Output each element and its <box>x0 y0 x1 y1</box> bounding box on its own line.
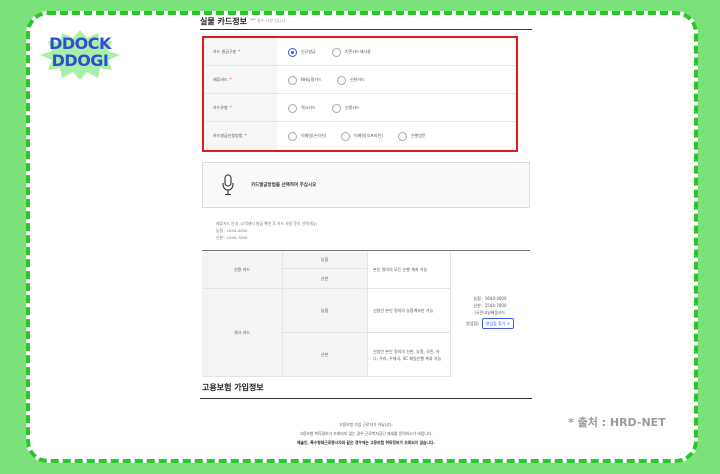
radio-option[interactable]: 기존카드재사용 <box>332 47 371 57</box>
radio-option[interactable]: 이메일(오프라인) <box>341 131 383 141</box>
logo-text-line1: DDOCK <box>49 34 111 53</box>
note-line: 신한 : 1544-7000 <box>216 235 248 240</box>
contact-prefix: 영업점) <box>466 321 479 326</box>
table-divider <box>367 251 368 377</box>
table-cell-bank: 신한 <box>282 333 367 377</box>
source-credit: * 출처 : HRD-NET <box>568 416 666 429</box>
credit-card-label: 신용 카드 <box>202 251 282 289</box>
required-note-text: 필수 사항 입니다. <box>256 18 287 23</box>
employment-insurance-title: 고용보험 가입정보 <box>202 383 264 392</box>
form-row-card-type: 카드유형 * 체크카드 신용카드 <box>204 94 516 122</box>
radio-option[interactable]: 이메일(온라인) <box>288 131 326 141</box>
find-branch-button[interactable]: 영업점 찾기 > <box>481 318 514 329</box>
card-form: 카드 발급구분 * 신규발급 기존카드재사용 제휴카드 * NH농협카드 신한카드 … <box>202 36 518 152</box>
notes: 제휴카드 안내 (고객센터 발급 확인 후 카드 사용 문의 선택가능) 농협 … <box>216 220 317 241</box>
required-note: "*" 필수 사항 입니다. <box>250 18 287 24</box>
radio-option[interactable]: 신규발급 <box>288 47 316 57</box>
radio-option[interactable]: 체크카드 <box>288 103 316 113</box>
section-divider <box>200 398 532 399</box>
row-label: 카드 발급구분 * <box>204 38 277 65</box>
radio-option[interactable]: 신한카드 <box>337 75 365 85</box>
required-note-star: "*" <box>250 18 256 23</box>
status-line: 고용보험 가입 근로자가 아닙니다. <box>339 422 393 427</box>
radio-option[interactable]: 은행방문 <box>398 131 426 141</box>
table-cell-desc: 본인 명의의 모든 은행 계좌 가능 <box>367 251 450 289</box>
table-cell-bank: 농협 <box>282 251 367 269</box>
radio-icon[interactable] <box>332 47 341 57</box>
info-box: 카드발급방법을 선택하여 주십시오 <box>202 162 530 208</box>
insurance-status: 고용보험 가입 근로자가 아닙니다. 고용보험 취득정보가 조회되지 않는 경우… <box>200 420 532 447</box>
table-divider <box>282 251 283 377</box>
radio-selected-icon[interactable] <box>288 47 297 57</box>
table-cell-bank: 농협 <box>282 289 367 333</box>
table-cell-desc: 신청인 본인 명의의 신한, 농협, 국민, 하나, 우리, 우체국, SC 제… <box>367 333 450 377</box>
note-line: 제휴카드 안내 (고객센터 발급 확인 후 카드 사용 문의 선택가능) <box>216 221 318 226</box>
form-row-issue-type: 카드 발급구분 * 신규발급 기존카드재사용 <box>204 38 516 66</box>
table-cell-bank: 신한 <box>282 269 367 289</box>
status-line: 고용보험 취득정보가 조회되지 않는 경우 근로복지공단 제세를 문의하시기 바… <box>299 431 433 436</box>
watermark-logo: DDOCK DDOGI <box>40 30 120 80</box>
note-line: 농협 : 1644-4000 <box>216 228 248 233</box>
form-row-apply-method: 카드발급신청방법 * 이메일(온라인) 이메일(오프라인) 은행방문 <box>204 122 516 150</box>
row-label: 제휴카드 * <box>204 66 277 93</box>
contact-nh: 농협 : 1644-4000 <box>473 296 507 301</box>
check-card-label: 체크 카드 <box>202 289 282 377</box>
logo-text-line2: DDOGI <box>51 51 109 70</box>
contact-sh: 신한 : 1544-7000 <box>473 303 507 308</box>
form-row-partner-card: 제휴카드 * NH농협카드 신한카드 <box>204 66 516 94</box>
row-label: 카드발급신청방법 * <box>204 122 277 150</box>
radio-icon[interactable] <box>288 75 297 85</box>
branch-row: 영업점) 영업점 찾기 > <box>450 318 530 329</box>
card-table: 신용 카드 농협 신한 본인 명의의 모든 은행 계좌 가능 체크 카드 농협 … <box>202 250 530 377</box>
radio-icon[interactable] <box>337 75 346 85</box>
radio-icon[interactable] <box>288 103 297 113</box>
row-label: 카드유형 * <box>204 94 277 121</box>
contact-note: (국민내일배움카드 <box>474 310 506 315</box>
section-divider <box>200 29 532 30</box>
radio-option[interactable]: 신용카드 <box>332 103 360 113</box>
radio-icon[interactable] <box>288 131 297 141</box>
table-cell-desc: 신청인 본인 명의의 농협계좌만 가능 <box>367 289 450 333</box>
radio-option[interactable]: NH농협카드 <box>288 75 322 85</box>
page-content: 실물 카드정보 "*" 필수 사항 입니다. 카드 발급구분 * 신규발급 기존카… <box>200 12 532 452</box>
microphone-icon <box>222 174 234 196</box>
radio-icon[interactable] <box>398 131 407 141</box>
contact-info: 농협 : 1644-4000 신한 : 1544-7000 (국민내일배움카드 … <box>450 295 530 329</box>
radio-icon[interactable] <box>332 103 341 113</box>
status-line: 예술인, 특수형태근로종사자와 같은 경우에는 고용보험 취득정보가 조회되지 … <box>297 440 435 445</box>
section-title: 실물 카드정보 <box>200 17 247 26</box>
info-message: 카드발급방법을 선택하여 주십시오 <box>251 183 317 188</box>
radio-icon[interactable] <box>341 131 350 141</box>
